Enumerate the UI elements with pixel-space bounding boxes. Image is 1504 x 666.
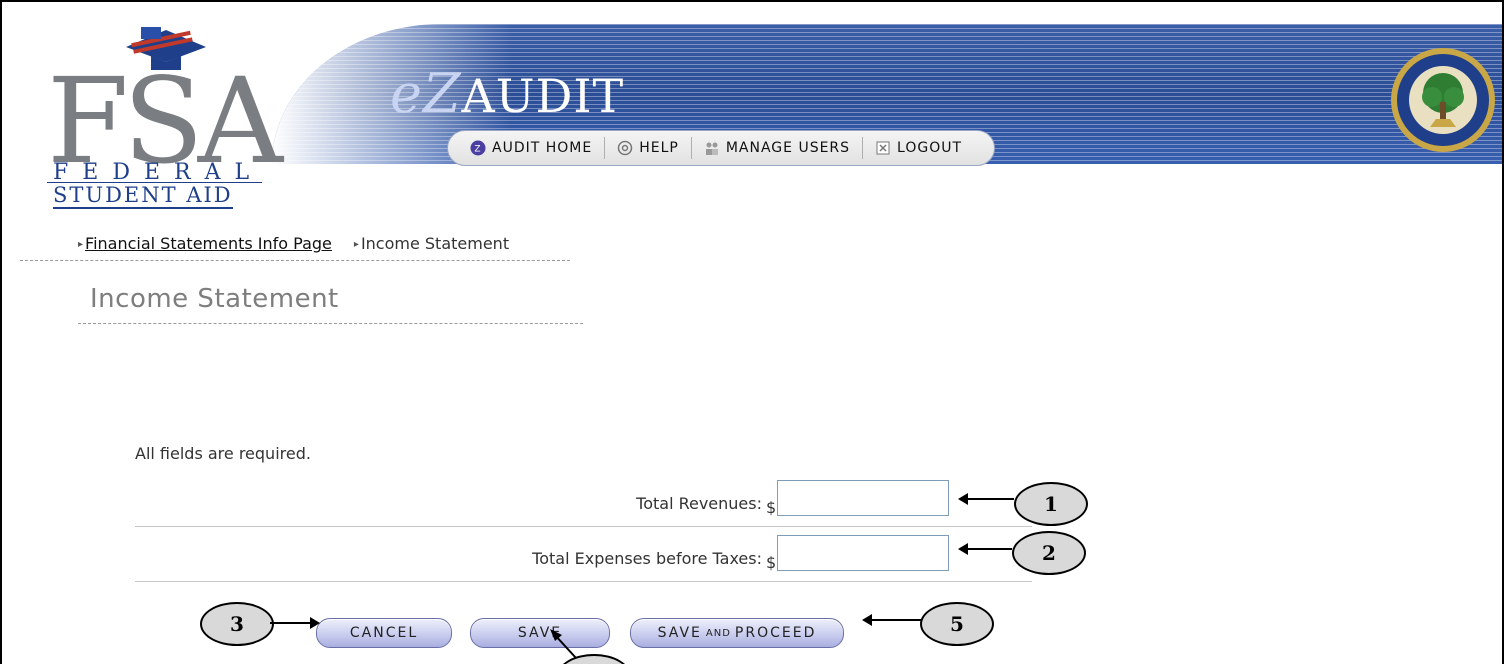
currency-symbol: $ — [766, 553, 777, 572]
breadcrumb-item-current: ▸ Income Statement — [354, 234, 509, 253]
required-note: All fields are required. — [135, 444, 311, 463]
page-frame: FSA FEDERAL STUDENT AID eZAUDIT Z AUDIT … — [0, 0, 1504, 664]
callout-arrow — [958, 493, 1014, 505]
callout-arrow — [958, 543, 1012, 555]
breadcrumb-item-info-page[interactable]: ▸ Financial Statements Info Page — [78, 234, 332, 253]
nav-logout-label: LOGOUT — [897, 140, 963, 156]
department-seal-icon — [1391, 48, 1495, 152]
nav-help[interactable]: HELP — [605, 137, 692, 159]
breadcrumb-arrow-icon: ▸ — [78, 239, 84, 250]
row-divider — [135, 581, 1032, 582]
page-title: Income Statement — [90, 284, 339, 314]
breadcrumb-link[interactable]: Financial Statements Info Page — [85, 234, 332, 253]
help-icon — [617, 140, 633, 156]
save-and-proceed-button[interactable]: SAVE AND PROCEED — [630, 618, 844, 648]
save-and-proceed-label-and: AND — [705, 627, 731, 639]
ez-logo-icon: Z — [470, 140, 486, 156]
app-title-main: AUDIT — [461, 69, 625, 123]
total-revenues-input[interactable] — [777, 480, 949, 516]
app-title: eZAUDIT — [390, 62, 624, 125]
save-and-proceed-label-b: PROCEED — [734, 625, 817, 641]
row-divider — [135, 526, 1032, 527]
callout-arrow — [862, 614, 922, 626]
callout-5: 5 — [920, 602, 994, 646]
breadcrumb: ▸ Financial Statements Info Page ▸ Income … — [78, 234, 509, 253]
fsa-logo[interactable]: FSA FEDERAL STUDENT AID — [47, 22, 283, 212]
breadcrumb-arrow-icon: ▸ — [353, 239, 359, 250]
logo-federal: FEDERAL — [53, 160, 264, 185]
top-nav: Z AUDIT HOME HELP MANAGE USERS LOGOUT — [447, 130, 996, 166]
title-divider — [78, 323, 583, 324]
breadcrumb-current-label: Income Statement — [360, 234, 510, 253]
callout-arrow — [270, 617, 320, 629]
total-expenses-input[interactable] — [777, 535, 949, 571]
users-icon — [705, 142, 718, 155]
save-button[interactable]: SAVE — [470, 618, 610, 648]
callout-4-arrow-icon — [550, 629, 577, 659]
nav-help-label: HELP — [639, 140, 679, 156]
nav-manage-users-label: MANAGE USERS — [725, 140, 851, 156]
logo-student-aid: STUDENT AID — [53, 183, 233, 209]
nav-audit-home-label: AUDIT HOME — [492, 140, 593, 156]
total-revenues-row: Total Revenues: $ — [135, 480, 1032, 526]
cancel-button[interactable]: CANCEL — [316, 618, 452, 648]
currency-symbol: $ — [766, 498, 777, 517]
app-title-prefix: eZ — [390, 62, 462, 125]
svg-text:Z: Z — [474, 145, 481, 155]
total-revenues-label: Total Revenues: — [636, 494, 762, 513]
total-expenses-label: Total Expenses before Taxes: — [532, 549, 762, 568]
breadcrumb-divider — [20, 260, 570, 261]
callout-1: 1 — [1014, 482, 1088, 526]
callout-2: 2 — [1012, 531, 1086, 575]
callout-3: 3 — [200, 602, 274, 646]
nav-manage-users[interactable]: MANAGE USERS — [692, 137, 864, 159]
save-and-proceed-label-a: SAVE — [657, 625, 702, 641]
nav-logout[interactable]: LOGOUT — [863, 137, 974, 159]
nav-audit-home[interactable]: Z AUDIT HOME — [458, 137, 606, 159]
logout-icon — [876, 141, 890, 155]
total-expenses-row: Total Expenses before Taxes: $ — [135, 535, 1032, 581]
